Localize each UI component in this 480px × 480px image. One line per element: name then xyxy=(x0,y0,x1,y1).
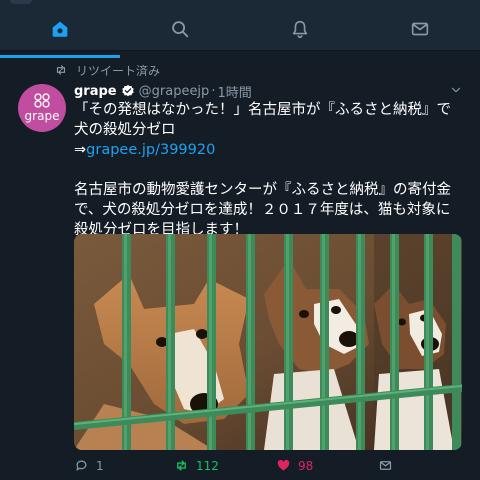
status-bar xyxy=(0,0,480,8)
tweet-photo[interactable] xyxy=(74,234,462,450)
envelope-icon xyxy=(411,22,429,36)
user-handle[interactable]: @grapeejp xyxy=(139,84,210,99)
tweet-actions: 1 112 98 xyxy=(74,458,464,476)
tab-home[interactable] xyxy=(0,8,120,50)
retweet-icon xyxy=(56,65,66,75)
search-icon xyxy=(172,21,189,38)
top-navigation xyxy=(0,8,480,58)
reply-icon xyxy=(76,460,87,471)
tweet-header: grape @grapeejp · 1時間 xyxy=(74,81,252,101)
tweet-text: 「その発想はなかった！」名古屋市が『ふるさと納税』で犬の殺処分ゼロ ⇒grape… xyxy=(74,100,464,240)
tweet-body: 名古屋市の動物愛護センターが『ふるさと納税』の寄付金で、犬の殺処分ゼロを達成！２… xyxy=(74,182,451,238)
link-arrow: ⇒ xyxy=(74,142,87,158)
tab-notifications[interactable] xyxy=(240,8,360,50)
avatar[interactable]: grape xyxy=(18,84,66,132)
tweet-headline: 「その発想はなかった！」名古屋市が『ふるさと納税』で犬の殺処分ゼロ xyxy=(74,102,451,138)
retweeted-indicator: リツイート済み xyxy=(54,61,160,79)
verified-badge-icon xyxy=(121,84,134,97)
chevron-down-icon[interactable] xyxy=(449,83,463,97)
envelope-icon xyxy=(379,461,392,470)
tab-messages[interactable] xyxy=(360,8,480,50)
active-tab-indicator xyxy=(0,55,120,58)
like-button[interactable]: 98 xyxy=(276,458,313,473)
like-count: 98 xyxy=(298,458,314,473)
home-icon xyxy=(52,21,68,37)
timestamp[interactable]: 1時間 xyxy=(217,82,251,101)
tweet-link[interactable]: grapee.jp/399920 xyxy=(86,142,215,158)
reply-count: 1 xyxy=(96,458,104,473)
separator: · xyxy=(211,83,216,99)
retweet-label: リツイート済み xyxy=(76,63,161,78)
avatar-logo-text: grape xyxy=(24,109,60,123)
retweet-button[interactable]: 112 xyxy=(174,458,219,473)
retweet-count: 112 xyxy=(196,458,219,473)
grape-logo-icon xyxy=(34,93,50,108)
display-name[interactable]: grape xyxy=(74,84,117,99)
heart-icon xyxy=(277,459,290,471)
bell-icon xyxy=(292,20,308,39)
tab-search[interactable] xyxy=(120,8,240,50)
dogs-behind-cage-photo xyxy=(74,234,462,450)
direct-message-button[interactable] xyxy=(378,458,400,473)
divider xyxy=(0,50,480,51)
reply-button[interactable]: 1 xyxy=(74,458,104,473)
retweet-icon xyxy=(177,460,186,471)
